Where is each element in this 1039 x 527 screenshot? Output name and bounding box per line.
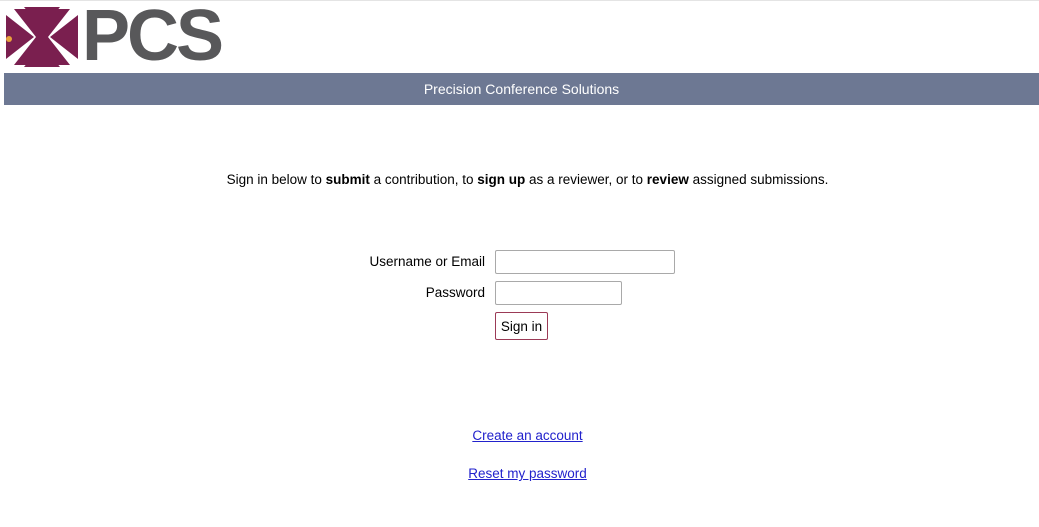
reset-password-row: Reset my password: [0, 465, 1039, 483]
intro-bold-submit: submit: [325, 172, 370, 187]
create-account-row: Create an account: [0, 427, 1039, 445]
sign-in-button[interactable]: Sign in: [495, 312, 548, 340]
intro-bold-review: review: [646, 172, 689, 187]
password-input[interactable]: [495, 281, 622, 305]
reset-password-link[interactable]: Reset my password: [468, 466, 587, 481]
logo-text: PCS: [82, 0, 224, 76]
intro-part-1: Sign in below to: [226, 172, 326, 187]
intro-part-2: a contribution, to: [369, 172, 478, 187]
intro-text: Sign in below to submit a contribution, …: [0, 171, 1039, 189]
login-page: PCS Precision Conference Solutions Sign …: [0, 0, 1039, 527]
pcs-logo: PCS: [6, 0, 224, 76]
banner-title: Precision Conference Solutions: [423, 81, 620, 97]
username-input[interactable]: [495, 250, 675, 274]
pcs-star-logo-icon: [6, 7, 78, 67]
password-label: Password: [425, 285, 485, 300]
intro-bold-sign-up: sign up: [477, 172, 526, 187]
site-banner: Precision Conference Solutions: [4, 73, 1039, 105]
username-label: Username or Email: [369, 254, 485, 269]
create-account-link[interactable]: Create an account: [472, 428, 582, 443]
intro-part-4: assigned submissions.: [688, 172, 829, 187]
intro-part-3: as a reviewer, or to: [525, 172, 647, 187]
